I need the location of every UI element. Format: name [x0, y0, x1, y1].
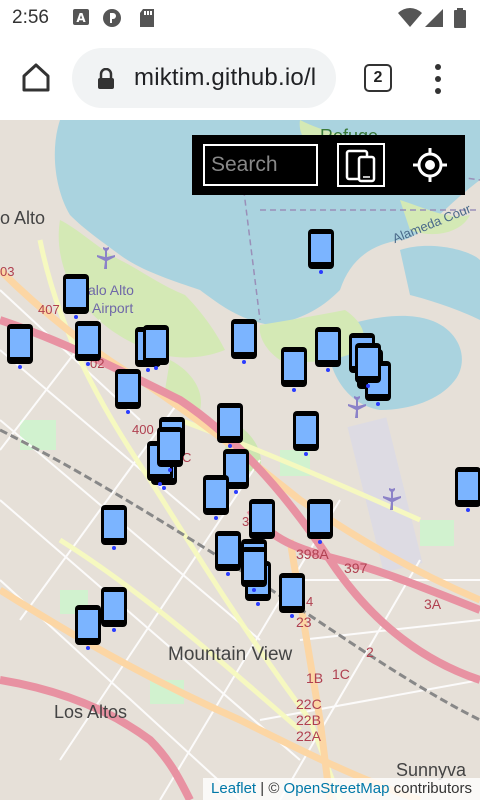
- lock-icon: [98, 68, 114, 89]
- home-icon: [22, 63, 50, 92]
- openstreetmap-link[interactable]: OpenStreetMap: [284, 780, 390, 797]
- phone-icon: [355, 343, 381, 388]
- device-marker[interactable]: [6, 323, 34, 369]
- route-label: 22A: [296, 728, 321, 744]
- device-marker[interactable]: [278, 572, 306, 618]
- route-label: 2: [366, 644, 374, 660]
- route-label: 1C: [332, 666, 350, 682]
- route-label: 3A: [424, 596, 442, 612]
- device-marker[interactable]: [230, 318, 258, 364]
- svg-text:A: A: [76, 11, 86, 25]
- device-marker[interactable]: [214, 530, 242, 576]
- address-bar[interactable]: miktim.github.io/l: [72, 48, 336, 108]
- locate-icon: [413, 148, 447, 182]
- status-time: 2:56: [12, 7, 49, 28]
- p-icon: [102, 8, 122, 28]
- attribution-contributors: contributors: [389, 780, 472, 797]
- device-marker[interactable]: [142, 324, 170, 370]
- place-label-los-altos: Los Altos: [54, 702, 128, 722]
- device-marker[interactable]: [156, 426, 184, 472]
- phone-icon: [215, 531, 241, 576]
- route-label: 407: [38, 302, 60, 317]
- route-label: 1B: [306, 670, 324, 686]
- browser-toolbar: miktim.github.io/l 2: [0, 36, 480, 120]
- status-bar: 2:56 A: [0, 0, 480, 36]
- device-marker[interactable]: [74, 320, 102, 366]
- device-marker[interactable]: [216, 402, 244, 448]
- device-marker[interactable]: [314, 326, 342, 372]
- place-label-alto: o Alto: [0, 208, 46, 228]
- phone-icon: [75, 321, 101, 366]
- phone-icon: [7, 324, 33, 369]
- device-marker[interactable]: [307, 228, 335, 274]
- phone-icon: [281, 347, 307, 392]
- more-vert-icon[interactable]: [428, 62, 448, 96]
- route-label: 398A: [296, 546, 329, 562]
- device-marker[interactable]: [292, 410, 320, 456]
- phone-icon: [101, 505, 127, 550]
- tab-switcher-button[interactable]: 2: [364, 64, 392, 92]
- map-view[interactable]: o Alto alo Alto Airport Refuge Alameda C…: [0, 120, 480, 800]
- phone-icon: [308, 229, 334, 274]
- phone-icon: [157, 427, 183, 472]
- tab-count: 2: [373, 69, 383, 86]
- phone-icon: [75, 605, 101, 650]
- device-marker[interactable]: [354, 342, 382, 388]
- route-label: 22B: [296, 712, 321, 728]
- device-marker[interactable]: [100, 586, 128, 632]
- phone-icon: [293, 411, 319, 456]
- phone-icon: [217, 403, 243, 448]
- route-label: 03: [0, 264, 15, 279]
- route-label: 400: [132, 422, 154, 437]
- search-input[interactable]: [203, 144, 318, 186]
- phone-icon: [101, 587, 127, 632]
- device-marker[interactable]: [100, 504, 128, 550]
- place-label-mountain-view: Mountain View: [168, 644, 293, 665]
- devices-icon: [345, 149, 376, 183]
- device-marker[interactable]: [280, 346, 308, 392]
- place-label-airport: Airport: [92, 300, 134, 316]
- map-attribution: Leaflet | © OpenStreetMap contributors: [203, 778, 480, 800]
- phone-icon: [279, 573, 305, 618]
- battery-icon: [454, 8, 466, 28]
- phone-icon: [143, 325, 169, 370]
- home-button[interactable]: [16, 58, 56, 98]
- locate-button[interactable]: [410, 145, 450, 185]
- device-marker[interactable]: [114, 368, 142, 414]
- route-label: 397: [344, 560, 368, 576]
- map-control-panel: [192, 135, 465, 195]
- phone-icon: [203, 475, 229, 520]
- device-marker[interactable]: [74, 604, 102, 650]
- route-label: 4: [306, 594, 314, 609]
- device-marker[interactable]: [454, 466, 480, 512]
- device-marker[interactable]: [306, 498, 334, 544]
- devices-button[interactable]: [337, 143, 385, 187]
- device-marker[interactable]: [240, 546, 268, 592]
- phone-icon: [63, 274, 89, 319]
- attribution-separator: | ©: [256, 780, 284, 797]
- phone-icon: [241, 547, 267, 592]
- url-text: miktim.github.io/l: [134, 64, 317, 91]
- phone-icon: [115, 369, 141, 414]
- a-icon: A: [72, 8, 92, 28]
- route-label: 22C: [296, 696, 322, 712]
- device-marker[interactable]: [202, 474, 230, 520]
- phone-icon: [231, 319, 257, 364]
- phone-icon: [315, 327, 341, 372]
- place-label-airport-name: alo Alto: [88, 282, 134, 298]
- wifi-icon: [398, 8, 422, 28]
- signal-icon: [424, 8, 444, 28]
- phone-icon: [307, 499, 333, 544]
- sd-card-icon: [138, 8, 158, 28]
- device-marker[interactable]: [62, 273, 90, 319]
- phone-icon: [455, 467, 480, 512]
- leaflet-link[interactable]: Leaflet: [211, 780, 256, 797]
